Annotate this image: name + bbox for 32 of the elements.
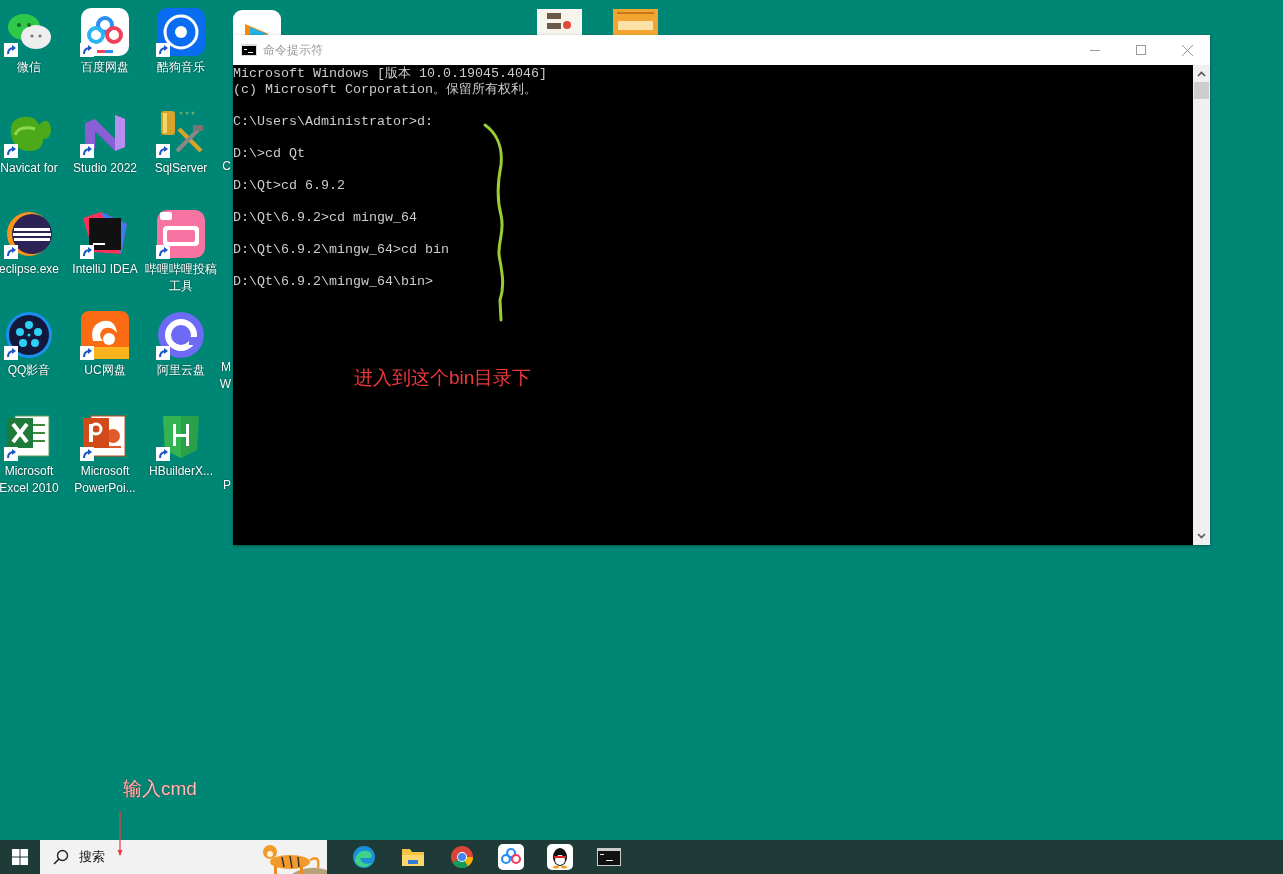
icon-label[interactable]: W xyxy=(219,376,231,393)
search-field[interactable]: 搜索 xyxy=(77,846,227,868)
icon-label[interactable]: eclipse.exe xyxy=(0,261,67,278)
annotation-text: 输入cmd xyxy=(123,777,197,801)
console-line: C:\Users\Administrator>d: xyxy=(233,114,434,130)
icon-label[interactable]: 酷狗音乐 xyxy=(143,59,219,76)
icon-label[interactable]: Microsoft Excel 2010 xyxy=(0,463,67,497)
console-line: D:\Qt\6.9.2>cd mingw_64 xyxy=(233,210,418,226)
icon-label[interactable]: 阿里云盘 xyxy=(143,362,219,379)
icon-label[interactable]: HBuilderX... xyxy=(143,463,219,480)
console-line: (c) Microsoft Corporation。保留所有权利。 xyxy=(233,82,538,98)
console-line: D:\>cd Qt xyxy=(233,146,306,162)
search-bar[interactable]: 搜索 xyxy=(40,840,327,874)
icon-label[interactable]: QQ影音 xyxy=(0,362,67,379)
icon-label[interactable]: Studio 2022 xyxy=(67,160,143,177)
icon-label[interactable]: M xyxy=(221,359,231,376)
icon-label[interactable]: UC网盘 xyxy=(67,362,143,379)
window-title: 命令提示符 xyxy=(263,42,324,59)
console-line: Microsoft Windows [版本 10.0.19045.4046] xyxy=(233,66,548,82)
icon-label[interactable]: Microsoft PowerPoi... xyxy=(67,463,143,497)
console-line: D:\Qt>cd 6.9.2 xyxy=(233,178,346,194)
console-line: D:\Qt\6.9.2\mingw_64>cd bin xyxy=(233,242,450,258)
icon-label[interactable]: P xyxy=(223,477,231,494)
icon-label[interactable]: SqlServer xyxy=(143,160,219,177)
annotation-text: 进入到这个bin目录下 xyxy=(354,366,532,390)
console-line: D:\Qt\6.9.2\mingw_64\bin> xyxy=(233,274,434,290)
icon-label[interactable]: 微信 xyxy=(0,59,67,76)
icon-label[interactable]: C xyxy=(222,158,231,175)
icon-label[interactable]: IntelliJ IDEA xyxy=(67,261,143,278)
icon-label[interactable]: 百度网盘 xyxy=(67,59,143,76)
icon-label[interactable]: 哔哩哔哩投稿工具 xyxy=(143,261,219,295)
icon-label[interactable]: Navicat for xyxy=(0,160,67,177)
